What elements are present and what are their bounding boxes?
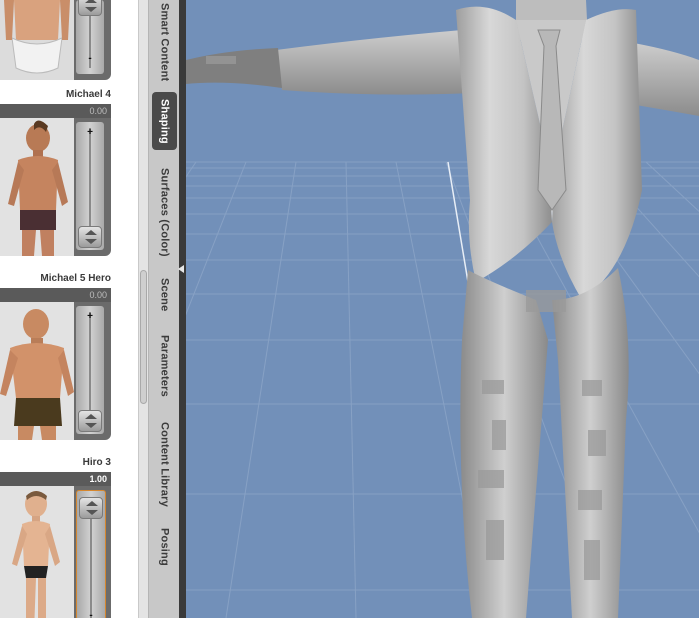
figure-thumbnail-image <box>0 118 74 256</box>
tab-shaping[interactable]: Shaping <box>152 92 177 150</box>
tab-parameters[interactable]: Parameters <box>152 326 177 406</box>
figure-thumbnail[interactable] <box>0 486 74 618</box>
tab-label: Surfaces (Color) <box>158 167 171 257</box>
value-bar: 0.00 <box>0 288 111 302</box>
tab-posing[interactable]: Posing <box>152 522 177 572</box>
shape-card-michael-4[interactable]: Michael 4 0.00 + <box>0 88 111 258</box>
value-bar: 1.00 <box>0 472 111 486</box>
slider-plus-icon[interactable]: + <box>84 312 96 322</box>
figure-thumbnail[interactable] <box>0 302 74 440</box>
morph-slider[interactable]: + <box>76 306 104 434</box>
shape-card-body: 1.00 - <box>0 472 111 618</box>
tab-content-library[interactable]: Content Library <box>152 414 177 514</box>
shape-name: Michael 4 <box>65 89 111 100</box>
tab-label: Posing <box>158 528 171 566</box>
tab-surfaces-color[interactable]: Surfaces (Color) <box>152 160 177 264</box>
shape-value: 0.00 <box>89 106 107 116</box>
shape-card-partial[interactable]: - <box>0 0 111 82</box>
slider-plus-icon[interactable]: + <box>84 128 96 138</box>
shaping-panel: - Michael 4 0.00 + Michael 5 Hero 0.00 +… <box>0 0 138 618</box>
slider-minus-icon[interactable]: - <box>85 611 97 618</box>
morph-slider-active[interactable]: - <box>76 490 106 618</box>
tab-label: Shaping <box>158 98 171 144</box>
vertical-tab-bar: Smart Content Shaping Surfaces (Color) S… <box>148 0 180 618</box>
figure-thumbnail-image <box>0 486 74 618</box>
tab-label: Content Library <box>158 421 171 507</box>
slider-knob[interactable] <box>79 497 103 519</box>
figure-model <box>186 0 699 618</box>
shape-name: Michael 5 Hero <box>40 273 111 284</box>
figure-thumbnail-image <box>0 0 74 80</box>
shape-card-hiro-3[interactable]: Hiro 3 1.00 - <box>0 456 111 618</box>
figure-thumbnail-image <box>0 302 74 440</box>
shape-card-body: 0.00 + <box>0 104 111 256</box>
shape-card-body: 0.00 + <box>0 288 111 440</box>
slider-knob[interactable] <box>78 226 102 248</box>
shape-card-michael-5-hero[interactable]: Michael 5 Hero 0.00 + <box>0 272 111 442</box>
viewport-scene <box>186 0 699 618</box>
figure-thumbnail[interactable] <box>0 0 74 80</box>
shape-name: Hiro 3 <box>82 457 111 468</box>
slider-knob[interactable] <box>78 410 102 432</box>
shape-value: 0.00 <box>89 290 107 300</box>
3d-viewport[interactable] <box>186 0 699 618</box>
shape-value: 1.00 <box>89 474 107 484</box>
tab-label: Scene <box>158 278 171 312</box>
figure-thumbnail[interactable] <box>0 118 74 256</box>
value-bar: 0.00 <box>0 104 111 118</box>
scrollbar-thumb[interactable] <box>140 270 147 404</box>
tab-scene[interactable]: Scene <box>152 272 177 318</box>
slider-minus-icon[interactable]: - <box>84 54 96 64</box>
morph-slider[interactable]: + <box>76 122 104 250</box>
collapse-arrow-icon[interactable] <box>178 265 184 273</box>
tab-smart-content[interactable]: Smart Content <box>152 0 177 84</box>
tab-label: Smart Content <box>158 2 171 82</box>
pane-divider[interactable] <box>179 0 186 618</box>
slider-knob[interactable] <box>78 0 102 16</box>
morph-slider[interactable]: - <box>76 0 104 74</box>
tab-label: Parameters <box>158 335 171 397</box>
shape-card-body: - <box>0 0 111 80</box>
